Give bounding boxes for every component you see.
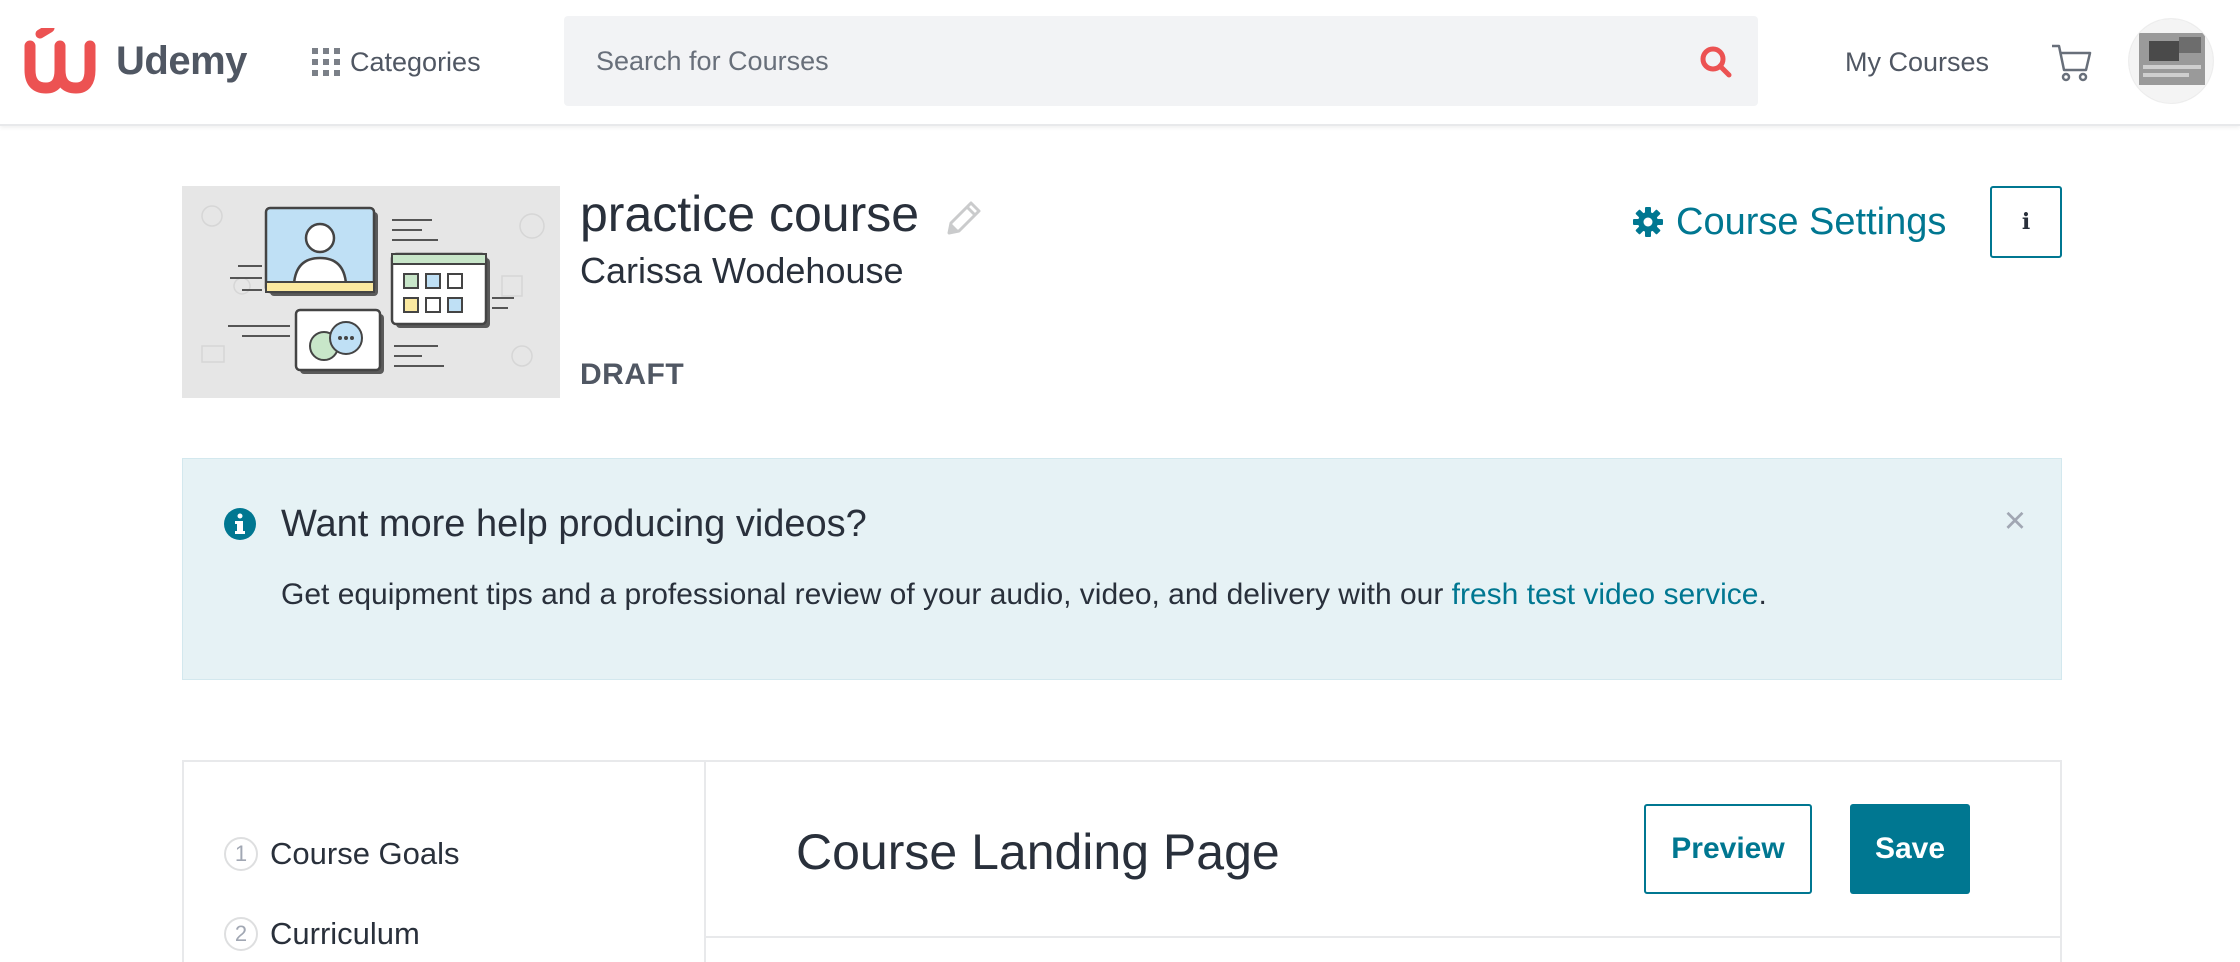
categories-menu[interactable]: Categories [312, 40, 481, 84]
brand-name: Udemy [116, 38, 247, 83]
alert-body: Get equipment tips and a professional re… [281, 575, 1767, 615]
help-alert: Want more help producing videos? Get equ… [182, 458, 2062, 680]
search-bar [564, 16, 1758, 106]
course-title-text: practice course [580, 186, 920, 242]
sidebar-item-label: Curriculum [270, 916, 420, 951]
top-header: Udemy Categories My Courses [0, 0, 2240, 126]
sidebar-item-course-goals[interactable]: 1 Course Goals [224, 836, 460, 872]
pencil-icon[interactable] [941, 192, 985, 236]
search-input[interactable] [564, 16, 1684, 106]
user-avatar[interactable] [2128, 18, 2214, 104]
sidebar-item-label: Course Goals [270, 836, 460, 871]
info-button[interactable]: i [1990, 186, 2062, 258]
info-circle-icon [223, 507, 257, 541]
alert-body-end: . [1758, 578, 1767, 611]
udemy-logo[interactable]: Udemy [24, 28, 247, 94]
categories-label: Categories [350, 46, 481, 77]
udemy-logo-icon [24, 28, 96, 94]
test-video-service-link[interactable]: fresh test video service [1452, 578, 1759, 611]
step-number: 1 [224, 837, 258, 871]
save-button[interactable]: Save [1850, 804, 1970, 894]
course-title: practice course [580, 182, 985, 246]
sidebar-nav: 1 Course Goals 2 Curriculum [184, 762, 706, 962]
alert-title: Want more help producing videos? [281, 503, 867, 545]
course-settings-label: Course Settings [1676, 200, 1947, 243]
course-settings-link[interactable]: Course Settings [1632, 196, 1946, 248]
step-number: 2 [224, 917, 258, 951]
gear-icon [1633, 207, 1663, 237]
course-thumbnail [182, 186, 560, 398]
page-title: Course Landing Page [796, 824, 1280, 880]
preview-button[interactable]: Preview [1644, 804, 1812, 894]
instructor-name: Carissa Wodehouse [580, 250, 904, 291]
my-courses-link[interactable]: My Courses [1845, 40, 1989, 84]
cart-icon[interactable] [2050, 40, 2094, 84]
search-icon[interactable] [1698, 44, 1734, 80]
close-icon[interactable]: × [1995, 501, 2035, 541]
status-badge: DRAFT [580, 358, 685, 391]
grid-icon [312, 48, 340, 76]
sidebar-item-curriculum[interactable]: 2 Curriculum [224, 916, 420, 952]
alert-body-text: Get equipment tips and a professional re… [281, 578, 1452, 611]
